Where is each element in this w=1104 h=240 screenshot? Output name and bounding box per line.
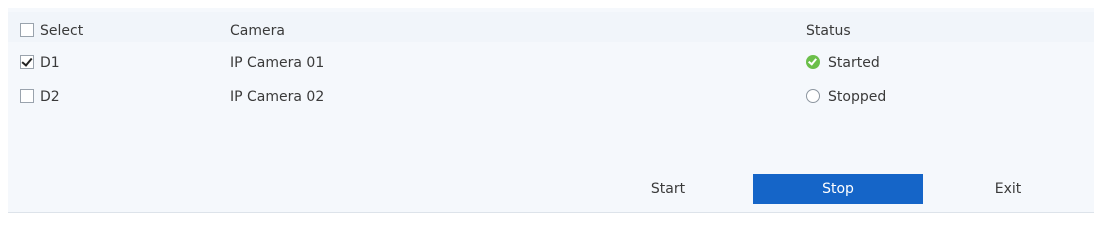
exit-button[interactable]: Exit bbox=[948, 174, 1068, 204]
select-header-label: Select bbox=[40, 23, 84, 39]
camera-name: IP Camera 02 bbox=[230, 89, 325, 105]
select-all-checkbox[interactable] bbox=[20, 23, 34, 37]
started-check-icon bbox=[806, 55, 820, 69]
table-row[interactable]: D2 IP Camera 02 Stopped bbox=[8, 82, 1094, 112]
camera-header: Camera bbox=[230, 23, 285, 39]
row-id: D2 bbox=[40, 89, 60, 105]
row-select[interactable]: D1 bbox=[20, 48, 60, 78]
stopped-circle-icon bbox=[806, 89, 820, 103]
row-checkbox-d2[interactable] bbox=[20, 89, 34, 103]
camera-name: IP Camera 01 bbox=[230, 55, 325, 71]
status-cell: Stopped bbox=[806, 82, 886, 112]
select-all-header[interactable]: Select bbox=[20, 16, 83, 46]
row-select[interactable]: D2 bbox=[20, 82, 60, 112]
table-row[interactable]: D1 IP Camera 01 Started bbox=[8, 48, 1094, 78]
status-text: Stopped bbox=[828, 89, 887, 105]
row-checkbox-d1[interactable] bbox=[20, 55, 34, 69]
row-id: D1 bbox=[40, 55, 60, 71]
stop-button[interactable]: Stop bbox=[753, 174, 923, 204]
status-header: Status bbox=[806, 23, 851, 39]
status-text: Started bbox=[828, 55, 880, 71]
camera-status-panel: Select Camera Status D1 IP Camera 01 Sta… bbox=[8, 8, 1094, 213]
start-button[interactable]: Start bbox=[598, 174, 738, 204]
table-header-row: Select Camera Status bbox=[8, 16, 1094, 46]
status-cell: Started bbox=[806, 48, 880, 78]
